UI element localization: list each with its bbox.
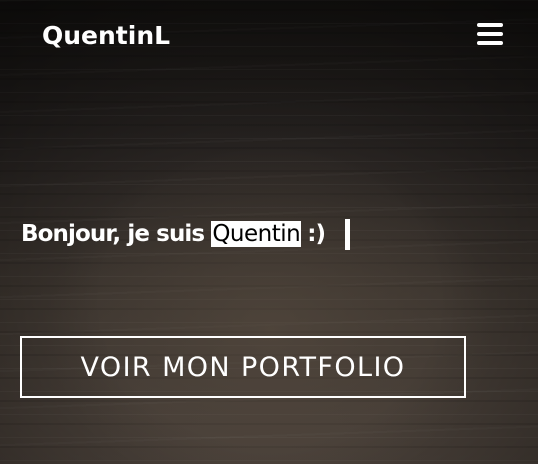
menu-bar-middle [477, 32, 503, 36]
greeting-prefix: Bonjour, je suis [21, 221, 205, 247]
view-portfolio-button[interactable]: VOIR MON PORTFOLIO [20, 336, 466, 398]
menu-bar-top [477, 23, 503, 27]
brand-logo-link[interactable]: QuentinL [42, 19, 170, 53]
menu-bar-bottom [477, 41, 503, 45]
typing-cursor [345, 218, 351, 250]
greeting-suffix: :) [307, 221, 326, 247]
highlighted-name: Quentin [211, 221, 302, 247]
hero-section: QuentinL Bonjour, je suis Quentin:) VOIR… [0, 0, 538, 464]
hamburger-menu-icon[interactable] [474, 20, 506, 50]
hero-greeting: Bonjour, je suis Quentin:) [21, 217, 351, 251]
